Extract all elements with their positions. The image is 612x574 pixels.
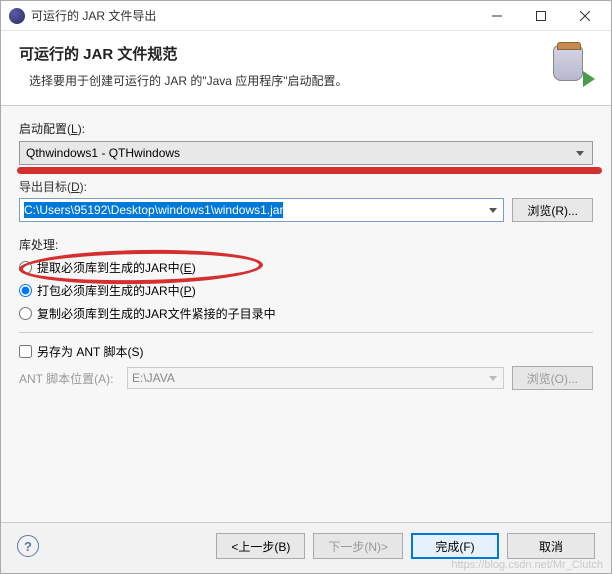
button-bar: ? <上一步(B) 下一步(N)> 完成(F) 取消 xyxy=(1,522,611,573)
launch-config-combo[interactable]: Qthwindows1 - QTHwindows xyxy=(19,141,593,165)
radio-extract-libs[interactable]: 提取必须库到生成的JAR中(E) xyxy=(19,259,593,276)
radio-package-libs[interactable]: 打包必须库到生成的JAR中(P) xyxy=(19,282,593,299)
window-title: 可运行的 JAR 文件导出 xyxy=(31,7,475,24)
help-icon[interactable]: ? xyxy=(17,535,39,557)
export-dest-label: 导出目标(D): xyxy=(19,178,593,195)
banner-title: 可运行的 JAR 文件规范 xyxy=(19,43,549,64)
radio-copy-libs-input[interactable] xyxy=(19,307,32,320)
browse-ant-button: 浏览(O)... xyxy=(512,366,593,390)
browse-export-button[interactable]: 浏览(R)... xyxy=(512,198,593,222)
ant-location-input: E:\JAVA xyxy=(127,367,504,389)
lib-handling-label: 库处理: xyxy=(19,236,593,253)
radio-copy-libs[interactable]: 复制必须库到生成的JAR文件紧接的子目录中 xyxy=(19,305,593,322)
next-button: 下一步(N)> xyxy=(313,533,403,559)
banner-description: 选择要用于创建可运行的 JAR 的"Java 应用程序"启动配置。 xyxy=(19,72,549,89)
radio-package-libs-input[interactable] xyxy=(19,284,32,297)
export-dest-input[interactable]: C:\Users\95192\Desktop\windows1\windows1… xyxy=(19,198,504,222)
annotation-underline xyxy=(17,167,602,174)
divider xyxy=(19,332,593,333)
cancel-button[interactable]: 取消 xyxy=(507,533,595,559)
save-ant-checkbox[interactable] xyxy=(19,345,32,358)
content-area: 启动配置(L): Qthwindows1 - QTHwindows 导出目标(D… xyxy=(1,106,611,522)
back-button[interactable]: <上一步(B) xyxy=(216,533,305,559)
dialog-window: 可运行的 JAR 文件导出 可运行的 JAR 文件规范 选择要用于创建可运行的 … xyxy=(0,0,612,574)
finish-button[interactable]: 完成(F) xyxy=(411,533,499,559)
launch-config-label: 启动配置(L): xyxy=(19,120,593,137)
ant-location-label: ANT 脚本位置(A): xyxy=(19,370,119,387)
jar-export-icon xyxy=(549,43,593,87)
titlebar: 可运行的 JAR 文件导出 xyxy=(1,1,611,31)
banner: 可运行的 JAR 文件规范 选择要用于创建可运行的 JAR 的"Java 应用程… xyxy=(1,31,611,106)
maximize-button[interactable] xyxy=(519,2,563,30)
eclipse-icon xyxy=(9,8,25,24)
close-button[interactable] xyxy=(563,2,607,30)
radio-extract-libs-input[interactable] xyxy=(19,261,32,274)
save-ant-checkbox-row[interactable]: 另存为 ANT 脚本(S) xyxy=(19,343,593,360)
minimize-button[interactable] xyxy=(475,2,519,30)
window-controls xyxy=(475,2,607,30)
